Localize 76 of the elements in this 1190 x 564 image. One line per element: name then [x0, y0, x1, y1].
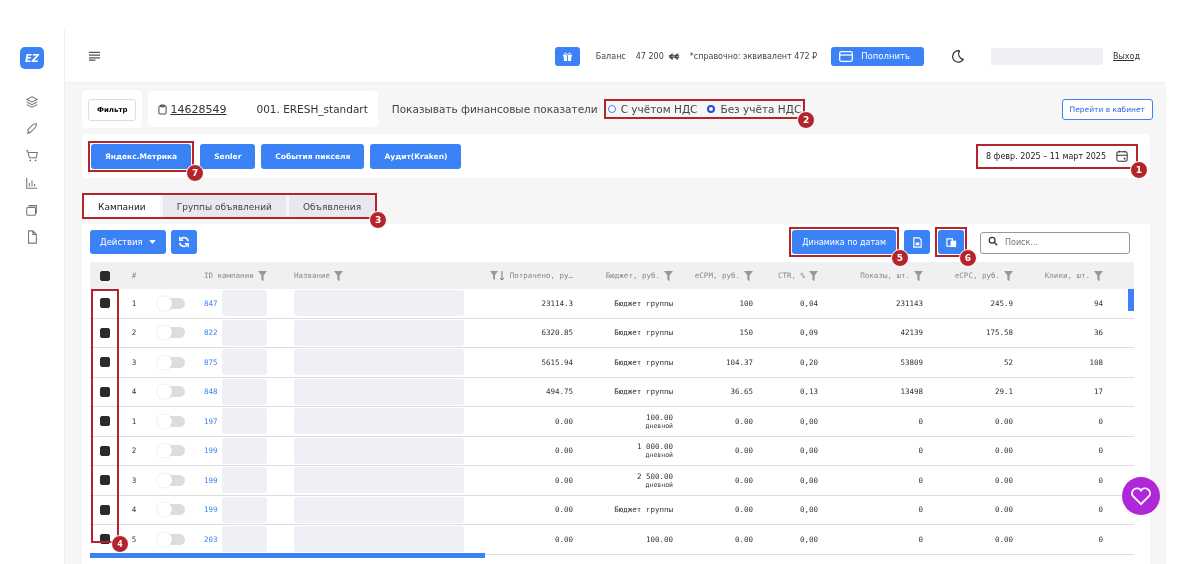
filter-icon[interactable]: [914, 270, 923, 281]
moon-icon[interactable]: [950, 48, 966, 64]
account-name: 001. ERESH_standart: [256, 103, 368, 115]
filter-icon[interactable]: [664, 270, 673, 281]
caret-icon: [148, 240, 156, 244]
tab[interactable]: Группы объявлений: [162, 195, 286, 217]
checkbox[interactable]: [100, 534, 110, 545]
save-icon[interactable]: [904, 230, 930, 254]
toggle-switch[interactable]: [159, 474, 185, 486]
blurred-text: [221, 408, 267, 435]
card-icon: [839, 50, 854, 62]
filter-icon[interactable]: [257, 270, 267, 281]
topup-button[interactable]: Пополнить: [831, 46, 925, 66]
actions-button[interactable]: Действия: [90, 230, 166, 254]
toggle-switch[interactable]: [159, 386, 185, 398]
toggle-switch[interactable]: [159, 356, 185, 368]
menu-icon[interactable]: [89, 51, 100, 61]
checkbox[interactable]: [100, 270, 110, 281]
cards-icon[interactable]: [25, 203, 39, 217]
filter-icon[interactable]: [334, 270, 344, 281]
balance-value: 47 200: [635, 51, 664, 61]
callout-badge: 4: [111, 535, 129, 553]
blurred-text: [221, 496, 267, 523]
gift-icon: [561, 50, 573, 62]
checkbox[interactable]: [100, 416, 110, 427]
checkbox[interactable]: [100, 445, 110, 456]
checkbox[interactable]: [100, 357, 110, 368]
checkbox[interactable]: [100, 504, 110, 515]
checkbox[interactable]: [100, 298, 110, 309]
blurred-text: [221, 467, 267, 494]
filter-icon[interactable]: [1004, 270, 1013, 281]
sort-filter-icon[interactable]: [489, 270, 506, 281]
currency-icon: [667, 51, 680, 61]
toggle-switch[interactable]: [159, 297, 185, 309]
calendar-icon[interactable]: [1116, 150, 1128, 162]
toggle-switch[interactable]: [159, 533, 185, 545]
search-icon: [988, 236, 998, 247]
rocket-icon[interactable]: [25, 122, 39, 136]
cart-icon[interactable]: [25, 149, 39, 163]
logout-link[interactable]: Выход: [1113, 51, 1140, 61]
date-range[interactable]: 8 февр. 2025 – 11 март 2025: [977, 145, 1110, 167]
toggle-switch[interactable]: [159, 445, 185, 457]
checkbox[interactable]: [100, 327, 110, 338]
tab[interactable]: Кампании: [84, 195, 160, 217]
heart-icon: [1130, 486, 1152, 506]
vat-label: Показывать финансовые показатели: [391, 103, 598, 115]
refresh-icon[interactable]: [170, 230, 197, 254]
balance-label: Баланс: [595, 51, 626, 61]
bar-chart-icon[interactable]: [25, 176, 39, 190]
toggle-switch[interactable]: [159, 504, 185, 516]
filter-icon[interactable]: [809, 270, 818, 281]
checkbox[interactable]: [100, 475, 110, 486]
document-icon[interactable]: [25, 230, 39, 244]
blurred-text: [221, 378, 267, 405]
toggle-switch[interactable]: [159, 415, 185, 427]
tab[interactable]: Объявления: [288, 195, 376, 217]
search-field[interactable]: Поиск...: [980, 231, 1130, 254]
logo[interactable]: EZ: [20, 47, 44, 69]
blurred-text: [221, 319, 267, 346]
scrollbar-thumb[interactable]: [90, 553, 485, 558]
callout-badge: 1: [1130, 160, 1148, 179]
scrollbar-thumb[interactable]: [1128, 289, 1134, 311]
dynamics-button[interactable]: Динамика по датам: [792, 230, 896, 254]
filter-icon[interactable]: [1094, 270, 1103, 281]
gift-button[interactable]: [554, 46, 580, 66]
blurred-text: [221, 349, 267, 376]
account-id-link[interactable]: 14628549: [158, 102, 227, 116]
checkbox[interactable]: [100, 386, 110, 397]
layers-icon[interactable]: [25, 95, 39, 109]
blurred-text: [221, 526, 267, 553]
clipboard-icon: [158, 103, 168, 115]
vat-radio[interactable]: С учётом НДС: [605, 101, 700, 117]
filter-icon[interactable]: [744, 270, 753, 281]
blurred-text: [221, 437, 267, 464]
toggle-switch[interactable]: [159, 327, 185, 339]
reference-text: *справочно: эквивалент 472 ₽: [689, 51, 818, 61]
